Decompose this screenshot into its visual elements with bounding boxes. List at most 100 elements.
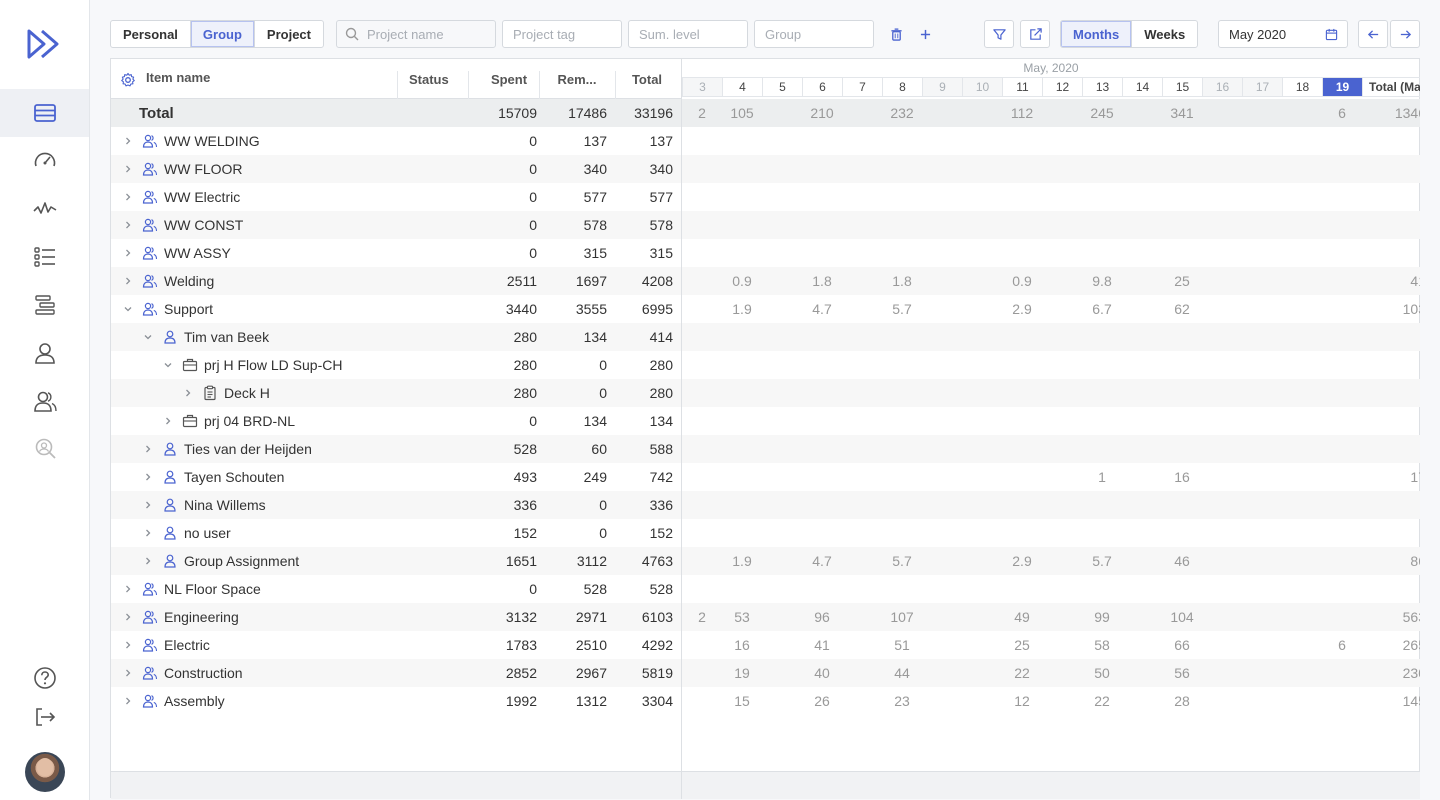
day-cell[interactable]: 245 [1082,99,1122,127]
nav-user-search[interactable] [0,425,89,473]
app-logo-icon[interactable] [26,28,64,60]
table-row[interactable]: Electric 1783 2510 4292 [111,631,681,659]
table-row[interactable]: WW CONST 0 578 578 [111,211,681,239]
day-cell[interactable]: 9.8 [1082,267,1122,295]
day-cell[interactable]: 96 [802,603,842,631]
day-cell[interactable]: 40 [802,659,842,687]
nav-user[interactable] [0,329,89,377]
group-input[interactable] [754,20,874,48]
project-name-input[interactable] [336,20,496,48]
day-cell[interactable]: 12 [1002,687,1042,715]
header-remaining[interactable]: Rem... [547,59,607,99]
day-cell[interactable]: 41 [802,631,842,659]
table-row[interactable]: WW FLOOR 0 340 340 [111,155,681,183]
day-cell[interactable]: 1.8 [882,267,922,295]
day-cell[interactable]: 46 [1162,547,1202,575]
chevron-right-icon[interactable] [122,584,134,594]
chevron-right-icon[interactable] [142,444,154,454]
header-item-name[interactable]: Item name [146,57,210,97]
nav-dashboard[interactable] [0,137,89,185]
header-total[interactable]: Total [623,59,671,99]
day-cell[interactable]: 1.8 [802,267,842,295]
day-cell[interactable]: 25 [1002,631,1042,659]
day-cell[interactable]: 16 [722,631,762,659]
tab-project[interactable]: Project [255,21,323,47]
day-cell[interactable]: 26 [802,687,842,715]
day-cell[interactable]: 5.7 [882,295,922,323]
nav-activity[interactable] [0,185,89,233]
chevron-right-icon[interactable] [142,528,154,538]
table-row[interactable]: Ties van der Heijden 528 60 588 [111,435,681,463]
table-row[interactable]: Engineering 3132 2971 6103 [111,603,681,631]
prev-period-button[interactable] [1358,20,1388,48]
day-cell[interactable]: 49 [1002,603,1042,631]
table-row[interactable]: Assembly 1992 1312 3304 [111,687,681,715]
day-cell[interactable]: 25 [1162,267,1202,295]
chevron-right-icon[interactable] [142,500,154,510]
day-cell[interactable]: 6 [1322,631,1362,659]
project-tag-input[interactable] [502,20,622,48]
day-cell[interactable]: 99 [1082,603,1122,631]
sum-level-input[interactable] [628,20,748,48]
day-cell[interactable]: 2.9 [1002,547,1042,575]
day-cell[interactable]: 44 [882,659,922,687]
day-cell[interactable]: 341 [1162,99,1202,127]
table-row[interactable]: Group Assignment 1651 3112 4763 [111,547,681,575]
chevron-right-icon[interactable] [122,220,134,230]
day-cell[interactable]: 56 [1162,659,1202,687]
day-cell[interactable]: 51 [882,631,922,659]
table-row[interactable]: prj H Flow LD Sup-CH 280 0 280 [111,351,681,379]
day-cell[interactable]: 105 [722,99,762,127]
day-cell[interactable]: 107 [882,603,922,631]
settings-gear-icon[interactable] [120,72,136,88]
chevron-right-icon[interactable] [142,472,154,482]
day-cell[interactable]: 2.9 [1002,295,1042,323]
delete-button[interactable] [886,24,906,44]
tab-months[interactable]: Months [1061,21,1133,47]
chevron-right-icon[interactable] [182,388,194,398]
day-cell[interactable]: 1.9 [722,547,762,575]
day-cell[interactable]: 19 [722,659,762,687]
day-cell[interactable]: 66 [1162,631,1202,659]
next-period-button[interactable] [1390,20,1420,48]
table-row[interactable]: Nina Willems 336 0 336 [111,491,681,519]
tab-weeks[interactable]: Weeks [1132,21,1197,47]
header-spent[interactable]: Spent [481,59,537,99]
day-cell[interactable]: 5.7 [1082,547,1122,575]
table-row[interactable]: WW ASSY 0 315 315 [111,239,681,267]
export-button[interactable] [1020,20,1050,48]
chevron-right-icon[interactable] [122,696,134,706]
day-cell[interactable]: 62 [1162,295,1202,323]
chevron-down-icon[interactable] [162,360,174,370]
day-cell[interactable]: 15 [722,687,762,715]
chevron-right-icon[interactable] [122,248,134,258]
chevron-right-icon[interactable] [122,276,134,286]
logout-button[interactable] [0,693,89,741]
day-cell[interactable]: 104 [1162,603,1202,631]
chevron-right-icon[interactable] [162,416,174,426]
day-cell[interactable]: 16 [1162,463,1202,491]
chevron-right-icon[interactable] [122,164,134,174]
day-cell[interactable]: 22 [1082,687,1122,715]
day-cell[interactable]: 28 [1162,687,1202,715]
chevron-right-icon[interactable] [122,136,134,146]
table-row[interactable]: Construction 2852 2967 5819 [111,659,681,687]
day-cell[interactable]: 112 [1002,99,1042,127]
table-row[interactable]: prj 04 BRD-NL 0 134 134 [111,407,681,435]
table-row[interactable]: Deck H 280 0 280 [111,379,681,407]
table-row[interactable]: Welding 2511 1697 4208 [111,267,681,295]
chevron-right-icon[interactable] [122,612,134,622]
add-button[interactable] [915,24,935,44]
tab-personal[interactable]: Personal [111,21,191,47]
day-cell[interactable]: 6 [1322,99,1362,127]
table-row[interactable]: NL Floor Space 0 528 528 [111,575,681,603]
avatar[interactable] [25,752,65,792]
chevron-down-icon[interactable] [122,304,134,314]
table-row[interactable]: WW Electric 0 577 577 [111,183,681,211]
nav-gantt[interactable] [0,281,89,329]
nav-list-view[interactable] [0,89,89,137]
date-picker[interactable]: May 2020 [1218,20,1348,48]
day-cell[interactable]: 210 [802,99,842,127]
chevron-right-icon[interactable] [142,556,154,566]
day-cell[interactable]: 2 [682,603,722,631]
